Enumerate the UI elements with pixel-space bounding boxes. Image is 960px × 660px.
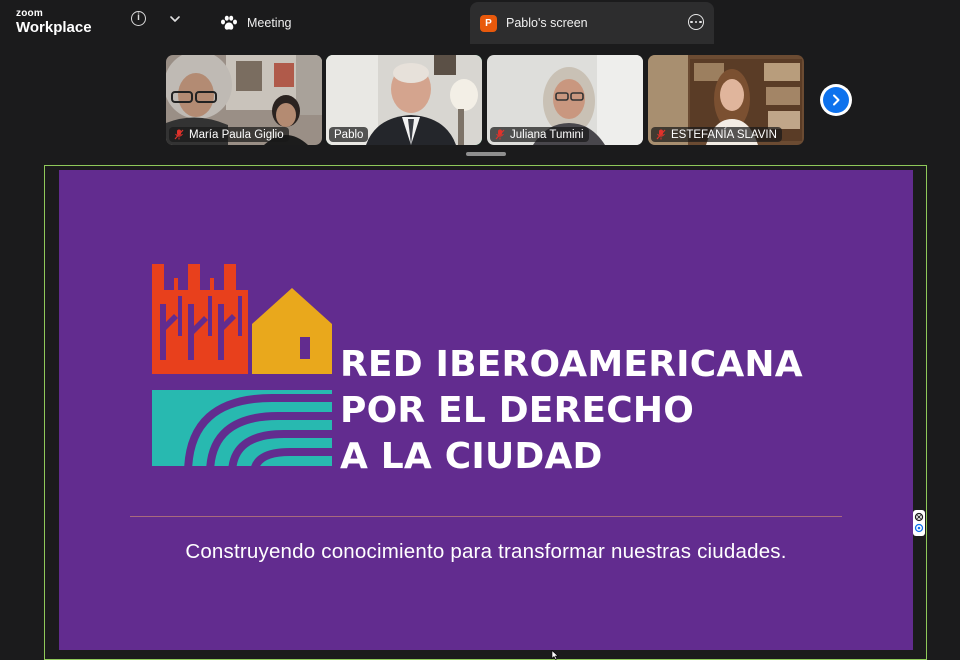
share-badge: P [480, 14, 497, 32]
next-participants-button[interactable] [820, 84, 852, 116]
slide-title: RED IBEROAMERICANA POR EL DERECHO A LA C… [340, 342, 803, 480]
participant-tile[interactable]: Juliana Tumini [487, 55, 643, 145]
mic-muted-icon [495, 129, 505, 140]
participant-name-tag: ESTEFANÍA SLAVIN [651, 127, 782, 142]
mic-muted-icon [174, 129, 184, 140]
strip-resize-handle[interactable] [466, 152, 506, 156]
participant-tile-active-speaker[interactable]: Pablo [326, 55, 482, 145]
tab-meeting[interactable]: Meeting [210, 2, 450, 44]
participant-name-tag: María Paula Giglio [169, 127, 289, 142]
brand-small: zoom [16, 8, 43, 19]
chevron-down-icon[interactable] [168, 12, 182, 26]
chevron-right-icon [833, 94, 840, 106]
presentation-slide: RED IBEROAMERICANA POR EL DERECHO A LA C… [59, 170, 913, 650]
top-bar: zoom Workplace i Meeting P Pablo's scree… [0, 0, 960, 44]
brand-big: Workplace [16, 19, 92, 36]
participant-name: ESTEFANÍA SLAVIN [671, 128, 777, 141]
annotation-toggle-icon[interactable] [913, 510, 925, 536]
tab-share-label: Pablo's screen [506, 16, 588, 30]
participant-name: María Paula Giglio [189, 128, 284, 141]
tab-meeting-label: Meeting [247, 16, 292, 30]
tab-shared-screen[interactable]: P Pablo's screen [470, 2, 714, 44]
slide-title-line: POR EL DERECHO [340, 390, 695, 431]
participant-tile[interactable]: ESTEFANÍA SLAVIN [648, 55, 804, 145]
slide-title-line: A LA CIUDAD [340, 436, 603, 477]
participant-name-tag: Juliana Tumini [490, 127, 589, 142]
shared-screen: RED IBEROAMERICANA POR EL DERECHO A LA C… [44, 165, 927, 660]
zoom-workplace-logo: zoom Workplace [16, 8, 92, 36]
red-iberoamericana-logo [152, 264, 332, 466]
participant-name-tag: Pablo [329, 127, 369, 142]
paw-icon [221, 15, 237, 30]
info-icon[interactable]: i [131, 11, 146, 26]
slide-tagline: Construyendo conocimiento para transform… [185, 540, 787, 563]
slide-divider [130, 516, 842, 517]
mic-muted-icon [656, 129, 666, 140]
mouse-pointer-icon [551, 650, 559, 660]
participant-name: Juliana Tumini [510, 128, 584, 141]
more-options-icon[interactable] [688, 14, 704, 30]
participant-name: Pablo [334, 128, 364, 141]
participant-tile[interactable]: María Paula Giglio [166, 55, 322, 145]
slide-title-line: RED IBEROAMERICANA [340, 344, 803, 385]
